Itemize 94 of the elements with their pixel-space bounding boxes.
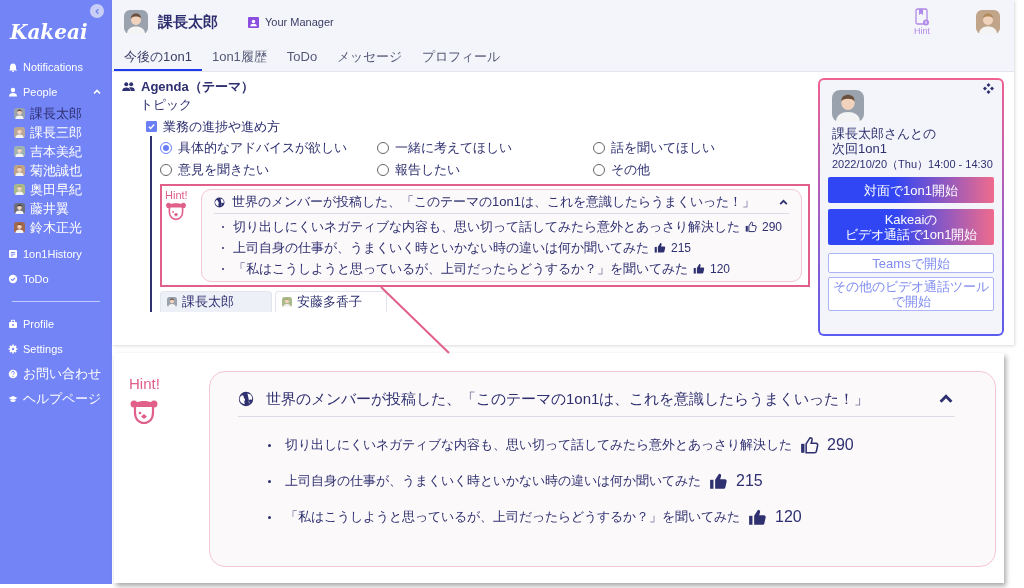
avatar (282, 297, 292, 307)
like-count: 215 (671, 240, 692, 255)
tab[interactable]: プロフィール (412, 44, 511, 71)
meeting-info: 課長太郎さんとの 次回1on1 (831, 126, 937, 156)
mascot-icon (129, 398, 159, 425)
avatar (832, 90, 864, 122)
document-icon (8, 248, 18, 259)
nav-item[interactable]: Notifications (0, 54, 112, 79)
avatar (14, 108, 25, 119)
person-tab[interactable]: 課長太郎 (160, 291, 272, 312)
thumbs-up-filled-icon[interactable] (748, 507, 767, 527)
globe-icon (214, 196, 225, 208)
checkbox-label: 業務の進捗や進め方 (163, 117, 280, 136)
meeting-datetime: 2022/10/20（Thu）14:00 - 14:30 (831, 157, 994, 171)
help-icon (8, 368, 18, 379)
briefcase-icon (8, 318, 18, 329)
like-count: 120 (710, 261, 731, 276)
avatar (14, 146, 25, 157)
tab[interactable]: メッセージ (327, 44, 413, 71)
logo[interactable]: Kakeai (0, 18, 88, 54)
radio-label: 意見を聞きたい (178, 161, 269, 179)
subtitle: トピック (140, 96, 192, 113)
nav-item[interactable]: お問い合わせ (0, 361, 112, 386)
like-count: 215 (736, 472, 763, 490)
hint-text: 上司自身の仕事が、うまくいく時といかない時の違いは何か聞いてみた (285, 473, 701, 489)
avatar (14, 203, 25, 214)
radio-label: 報告したい (394, 161, 460, 179)
radio-label: 具体的なアドバイスが欲しい (178, 139, 347, 157)
hint-text: 切り出しにくいネガティブな内容も、思い切って話してみたら意外とあっさり解決した (233, 218, 740, 235)
hint-label: Hint! (129, 375, 160, 392)
mascot-icon (165, 201, 187, 221)
avatar (14, 127, 25, 138)
hint-text: 「私はこうしようと思っているが、上司だったらどうするか？」を聞いてみた (233, 260, 688, 277)
person-icon (8, 86, 18, 97)
settings-icon (8, 343, 18, 354)
id-card-icon (248, 16, 259, 28)
hint-label: Hint! (165, 189, 188, 201)
thumbs-up-filled-icon[interactable] (709, 471, 728, 491)
like-count: 120 (775, 508, 802, 526)
radio-label: 一緒に考えてほしい (394, 139, 512, 157)
hint-text: 切り出しにくいネガティブな内容も、思い切って話してみたら意外とあっさり解決した (285, 437, 792, 453)
nav-item[interactable]: People (0, 79, 112, 104)
people-icon (122, 82, 135, 91)
drag-handle-icon[interactable] (983, 83, 994, 94)
start-button[interactable]: Teamsで開始 (828, 253, 994, 273)
globe-icon (238, 391, 254, 407)
section-title: Agenda（テーマ） (141, 77, 254, 96)
person-item[interactable]: 藤井翼 (14, 199, 69, 218)
person-item[interactable]: 菊池誠也 (14, 161, 82, 180)
bell-icon (8, 61, 18, 72)
hint-title: 世界のメンバーが投稿した、「このテーマの1on1は、これを意識したらうまくいった！」 (232, 194, 755, 210)
radio-label: 話を聞いてほしい (611, 139, 716, 157)
like-count: 290 (827, 436, 854, 454)
tab[interactable]: 今後の1on1 (114, 44, 202, 71)
thumbs-up-filled-icon[interactable] (693, 262, 705, 275)
start-button[interactable]: 対面で1on1開始 (828, 177, 994, 203)
user-name: 課長太郎 (158, 12, 218, 32)
bullet (268, 443, 271, 447)
hint-button[interactable]: Hint (914, 8, 930, 36)
checkbox[interactable] (146, 121, 157, 132)
person-item[interactable]: 鈴木正光 (14, 218, 82, 237)
person-item[interactable]: 吉本美紀 (14, 142, 82, 161)
person-item[interactable]: 課長太郎 (14, 104, 82, 123)
person-tab[interactable]: 安藤多香子 (275, 291, 387, 312)
nav-item[interactable]: ToDo (0, 266, 112, 291)
hint-text: 上司自身の仕事が、うまくいく時といかない時の違いは何か聞いてみた (233, 239, 649, 256)
hint-title: 世界のメンバーが投稿した、「このテーマの1on1は、これを意識したらうまくいった！」 (266, 390, 870, 408)
radio-label: その他 (611, 161, 651, 179)
like-count: 290 (762, 219, 783, 234)
thumbs-up-filled-icon[interactable] (654, 241, 666, 254)
avatar (14, 165, 25, 176)
start-button[interactable]: その他のビデオ通話ツールで開始 (828, 277, 994, 311)
nav-item[interactable]: Profile (0, 311, 112, 336)
thumbs-up-outline-icon[interactable] (800, 435, 819, 455)
start-button[interactable]: Kakeaiの ビデオ通話で1on1開始 (828, 209, 994, 245)
thumbs-up-outline-icon[interactable] (745, 220, 757, 233)
tab[interactable]: 1on1履歴 (201, 44, 277, 71)
avatar (976, 10, 1000, 34)
bullet (268, 479, 271, 483)
hint-text: 「私はこうしようと思っているが、上司だったらどうするか？」を聞いてみた (285, 509, 740, 525)
avatar (14, 222, 25, 233)
check-circle-icon (8, 273, 18, 284)
tab[interactable]: ToDo (276, 44, 328, 71)
avatar (124, 10, 148, 34)
avatar (167, 297, 177, 307)
nav-item[interactable]: 1on1History (0, 241, 112, 266)
person-item[interactable]: 奥田早紀 (14, 180, 82, 199)
graduation-cap-icon (8, 393, 18, 404)
role-label: Your Manager (265, 16, 334, 28)
nav-item[interactable]: ヘルプページ (0, 386, 112, 411)
nav-item[interactable]: Settings (0, 336, 112, 361)
bullet (268, 515, 271, 519)
person-item[interactable]: 課長三郎 (14, 123, 82, 142)
avatar (14, 184, 25, 195)
